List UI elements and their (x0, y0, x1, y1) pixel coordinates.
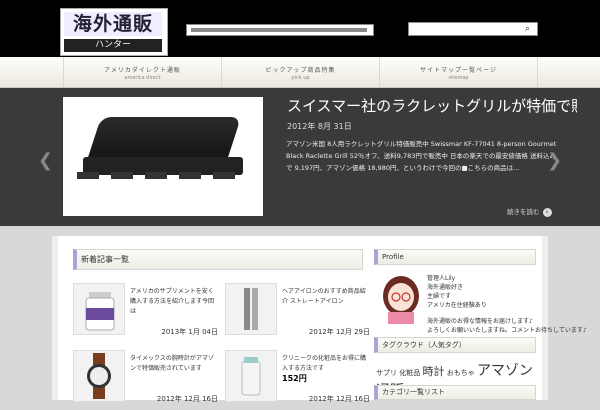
wristwatch-icon (87, 353, 111, 399)
featured-title[interactable]: スイスマー社のラクレットグリルが特価で販売中です (287, 96, 577, 116)
profile-line: 管理人Lily (427, 275, 456, 282)
global-nav: アメリカダイレクト通販 america direct ピックアップ商品特集 pi… (0, 57, 600, 88)
featured-excerpt: アマゾン米国 8人用ラクレットグリル特価販売中 Swissmar KF-7704… (286, 140, 557, 172)
profile-line: 海外通販のお得な情報をお届けします♪ (427, 318, 533, 325)
section-title-new-posts: 新着記事一覧 (73, 249, 363, 270)
search-icon[interactable]: ⌕ (525, 24, 535, 34)
nav-item-sitemap[interactable]: サイトマップ一覧ページ sitemap (379, 57, 538, 87)
featured-image[interactable] (63, 97, 263, 216)
profile-line: アメリカ在住経験あり (427, 302, 487, 309)
tag-link[interactable]: おもちゃ (447, 369, 475, 377)
grill-pan-graphic (77, 172, 99, 179)
post-title[interactable]: クリニークの化粧品をお得に購入する方法です (282, 354, 370, 374)
post-item[interactable]: アメリカのサプリメントを安く購入する方法を紹介します今回は 2013年 1月 0… (73, 283, 218, 343)
tag-link[interactable]: サプリ 化粧品 (376, 369, 420, 377)
nav-item-sublabel: sitemap (448, 75, 469, 81)
post-thumbnail[interactable] (225, 350, 277, 402)
grill-pan-graphic (111, 172, 133, 179)
arrow-right-icon: › (542, 207, 552, 217)
post-date: 2012年 12月 29日 (308, 328, 370, 336)
post-date: 2013年 1月 04日 (161, 328, 218, 336)
post-title[interactable]: タイメックスの腕時計がアマゾンで特価販売されています (130, 354, 218, 374)
nav-item-sublabel: america direct (124, 75, 161, 81)
read-more-link[interactable]: 続きを読む › (507, 206, 552, 217)
logo-sub-text: ハンター (64, 39, 162, 52)
category-heading: カテゴリ一覧リスト (374, 385, 536, 400)
cosmetic-tube-icon (241, 357, 261, 396)
site-logo[interactable]: 海外通販 ハンター (60, 8, 168, 56)
header-banner-placeholder (186, 24, 374, 36)
tag-cloud-heading: タグクラウド（人気タグ） (374, 337, 536, 353)
hair-iron-icon (244, 288, 258, 330)
post-item[interactable]: ヘアアイロンのおすすめ商品紹介 ストレートアイロン 2012年 12月 29日 (225, 283, 370, 343)
profile-heading: Profile (374, 249, 536, 265)
post-title[interactable]: ヘアアイロンのおすすめ商品紹介 ストレートアイロン (282, 287, 370, 307)
post-thumbnail[interactable] (73, 283, 125, 335)
search-input[interactable] (421, 24, 521, 34)
post-date: 2012年 12月 16日 (156, 395, 218, 403)
search-box[interactable]: ⌕ (408, 22, 538, 36)
post-thumbnail[interactable] (73, 350, 125, 402)
grill-pan-graphic (213, 172, 235, 179)
post-date: 2012年 12月 16日 (308, 395, 370, 403)
slider-next-icon[interactable]: ❯ (547, 150, 562, 171)
nav-item-pick-up[interactable]: ピックアップ商品特集 pick up (221, 57, 379, 87)
read-more-label: 続きを読む (507, 208, 540, 216)
profile-line: よろしくお願いいたしますね。コメントお待ちしています♪ (427, 327, 587, 334)
grill-pan-graphic (179, 172, 201, 179)
profile-line: 主婦です (427, 293, 452, 300)
post-price: 152円 (282, 374, 307, 383)
slider-prev-icon[interactable]: ❮ (38, 150, 53, 171)
supplement-bottle-icon (85, 292, 115, 331)
post-title[interactable]: アメリカのサプリメントを安く購入する方法を紹介します今回は (130, 287, 218, 317)
nav-item-label: サイトマップ一覧ページ (420, 67, 497, 74)
nav-item-label: アメリカダイレクト通販 (104, 67, 181, 74)
post-thumbnail[interactable] (225, 283, 277, 335)
featured-date: 2012年 8月 31日 (287, 122, 352, 131)
logo-main-text: 海外通販 (64, 12, 162, 36)
avatar-illustration-icon (383, 276, 419, 324)
nav-item-label: ピックアップ商品特集 (265, 67, 336, 74)
post-item[interactable]: タイメックスの腕時計がアマゾンで特価販売されています 2012年 12月 16日 (73, 350, 218, 410)
nav-item-sublabel: pick up (291, 75, 310, 81)
grill-pan-graphic (145, 172, 167, 179)
profile-line (427, 310, 587, 317)
profile-text: 管理人Lily 海外通販好き 主婦です アメリカ在住経験あり 海外通販のお得な情… (427, 274, 587, 335)
post-item[interactable]: クリニークの化粧品をお得に購入する方法です 152円 2012年 12月 16日 (225, 350, 370, 410)
tag-link[interactable]: 時計 (422, 365, 444, 378)
profile-line: 海外通販好き (427, 284, 464, 291)
profile-avatar (378, 272, 424, 324)
nav-item-america-direct[interactable]: アメリカダイレクト通販 america direct (63, 57, 221, 87)
